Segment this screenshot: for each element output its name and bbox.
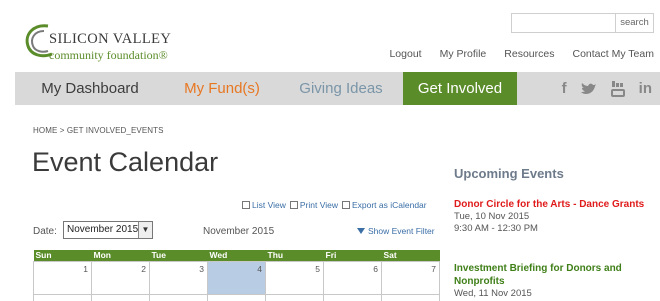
event-calendar: Sun Mon Tue Wed Thu Fri Sat 1 2 3 4 5 6 …: [33, 250, 440, 301]
logo[interactable]: SILICON VALLEY community foundation®: [22, 22, 182, 64]
month-label: November 2015: [203, 226, 275, 237]
day-header-tue: Tue: [149, 250, 208, 262]
nav-my-dashboard[interactable]: My Dashboard: [15, 72, 165, 105]
calendar-export-icon: [341, 201, 350, 209]
event-date: Tue, 10 Nov 2015: [454, 211, 530, 222]
twitter-icon[interactable]: [580, 82, 597, 96]
filter-icon: [357, 228, 365, 234]
event-date: Wed, 11 Nov 2015: [454, 288, 532, 299]
day-header-wed: Wed: [207, 250, 266, 262]
calendar-day-cell[interactable]: [265, 294, 324, 301]
show-event-filter-link[interactable]: Show Event Filter: [357, 226, 435, 236]
dropdown-arrow-icon: ▼: [138, 222, 152, 238]
facebook-icon[interactable]: f: [562, 80, 567, 97]
contact-my-team-link[interactable]: Contact My Team: [572, 48, 654, 60]
event-time: 9:30 AM - 12:30 PM: [454, 223, 538, 234]
search-input[interactable]: [512, 14, 616, 32]
calendar-week-row: 1 2 3 4 5 6 7: [33, 261, 440, 295]
date-select-value: November 2015: [67, 224, 139, 235]
calendar-day-cell[interactable]: [323, 294, 382, 301]
upcoming-events-title: Upcoming Events: [454, 166, 564, 181]
printer-icon: [289, 201, 298, 209]
upcoming-event-item: Donor Circle for the Arts - Dance Grants…: [454, 198, 654, 235]
print-view-link[interactable]: Print View: [289, 200, 338, 210]
view-options: List View Print View Export as iCalendar: [242, 200, 427, 210]
calendar-day-cell[interactable]: [91, 294, 150, 301]
calendar-header-row: Sun Mon Tue Wed Thu Fri Sat: [33, 250, 440, 262]
my-profile-link[interactable]: My Profile: [440, 48, 487, 60]
date-select[interactable]: November 2015 ▼: [63, 221, 153, 239]
calendar-day-cell[interactable]: [149, 294, 208, 301]
linkedin-icon[interactable]: in: [639, 80, 652, 97]
list-view-icon: [242, 201, 250, 209]
resources-link[interactable]: Resources: [504, 48, 554, 60]
day-header-mon: Mon: [91, 250, 150, 262]
calendar-day-cell[interactable]: 6: [323, 261, 382, 295]
day-header-sun: Sun: [33, 250, 92, 262]
nav-my-funds[interactable]: My Fund(s): [165, 72, 279, 105]
event-title-link[interactable]: Donor Circle for the Arts - Dance Grants: [454, 198, 654, 211]
event-title-link[interactable]: Investment Briefing for Donors and Nonpr…: [454, 262, 654, 288]
day-header-sat: Sat: [381, 250, 440, 262]
export-icalendar-label: Export as iCalendar: [351, 200, 427, 210]
calendar-day-cell[interactable]: 2: [91, 261, 150, 295]
upcoming-event-item: Investment Briefing for Donors and Nonpr…: [454, 262, 654, 300]
logout-link[interactable]: Logout: [389, 48, 421, 60]
print-view-label: Print View: [299, 200, 338, 210]
calendar-day-cell[interactable]: [33, 294, 92, 301]
search-button[interactable]: search: [615, 14, 653, 32]
calendar-day-cell[interactable]: 1: [33, 261, 92, 295]
main-nav: My Dashboard My Fund(s) Giving Ideas Get…: [15, 72, 660, 105]
list-view-label: List View: [252, 200, 286, 210]
top-links: Logout My Profile Resources Contact My T…: [389, 48, 654, 60]
logo-text-line2: community foundation®: [49, 48, 168, 62]
day-header-thu: Thu: [265, 250, 324, 262]
export-icalendar-link[interactable]: Export as iCalendar: [341, 200, 427, 210]
calendar-day-cell[interactable]: 3: [149, 261, 208, 295]
calendar-day-cell[interactable]: 7: [381, 261, 440, 295]
breadcrumb: HOME > GET INVOLVED_EVENTS: [33, 126, 164, 135]
logo-text-line1: SILICON VALLEY: [49, 31, 172, 47]
list-view-link[interactable]: List View: [242, 200, 286, 210]
youtube-icon[interactable]: [610, 80, 625, 98]
date-label: Date:: [33, 226, 57, 237]
show-event-filter-label: Show Event Filter: [368, 226, 435, 236]
calendar-week-row: [33, 294, 440, 301]
day-header-fri: Fri: [323, 250, 382, 262]
calendar-day-cell[interactable]: [381, 294, 440, 301]
calendar-day-cell-today[interactable]: 4: [207, 261, 266, 295]
nav-giving-ideas[interactable]: Giving Ideas: [279, 72, 403, 105]
page-title: Event Calendar: [32, 147, 219, 177]
nav-get-involved[interactable]: Get Involved: [403, 72, 517, 105]
calendar-day-cell[interactable]: [207, 294, 266, 301]
calendar-day-cell[interactable]: 5: [265, 261, 324, 295]
social-links: f in: [562, 72, 660, 105]
search-box: search: [511, 13, 654, 33]
